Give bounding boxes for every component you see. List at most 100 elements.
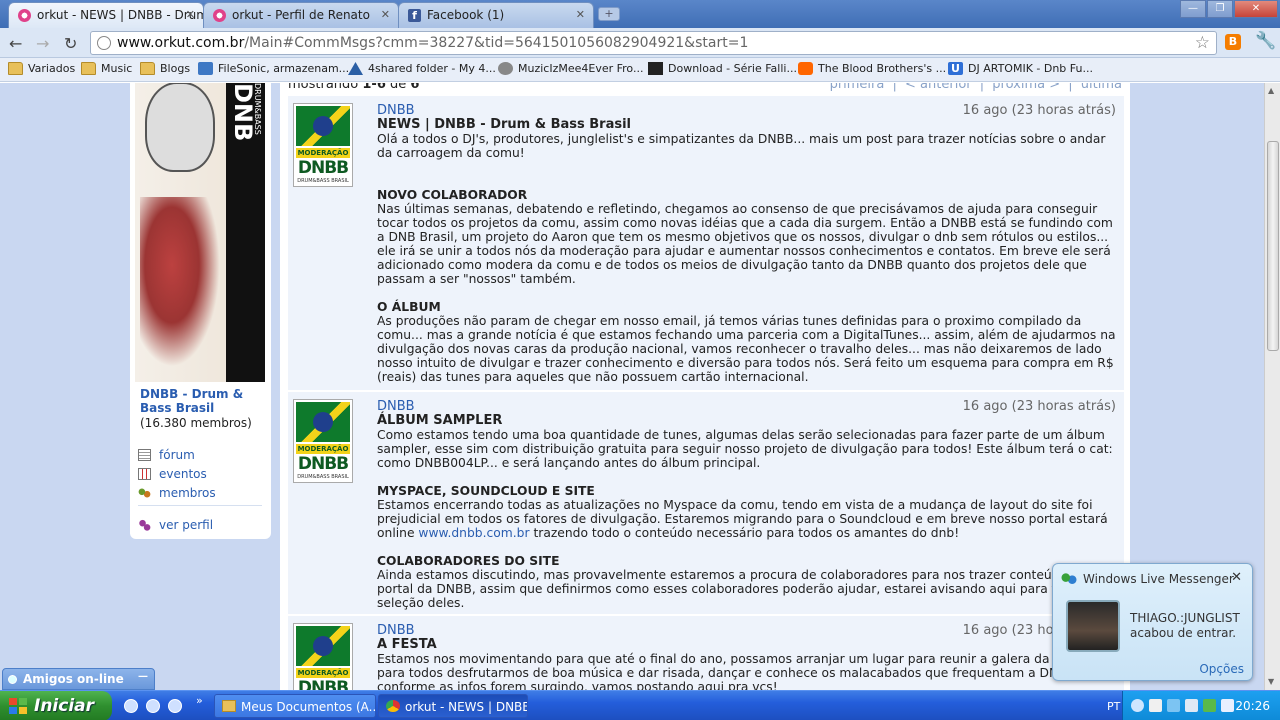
tab-facebook[interactable]: f Facebook (1) ✕ xyxy=(398,2,594,28)
bookmark-blogs[interactable]: Blogs xyxy=(140,62,190,75)
bookmark-filesonic[interactable]: FileSonic, armazenam... xyxy=(198,62,349,75)
section-heading: O ÁLBUM xyxy=(377,300,441,314)
bookmark-variados[interactable]: Variados xyxy=(8,62,75,75)
members-icon xyxy=(138,487,151,499)
section-heading: MYSPACE, SOUNDCLOUD E SITE xyxy=(377,484,595,498)
post-intro: Estamos nos movimentando para que até o … xyxy=(377,652,1092,690)
post-title: NEWS | DNBB - Drum & Bass Brasil xyxy=(377,117,632,132)
quicklaunch-icon[interactable] xyxy=(124,699,138,713)
message-post: MODERAÇÃO DNBB DRUM&BASS BRASIL DNBB 16 … xyxy=(288,392,1124,616)
bookmark-4shared[interactable]: 4shared folder - My 4... xyxy=(348,62,496,75)
post-author-link[interactable]: DNBB xyxy=(377,623,415,638)
scrollbar-thumb[interactable] xyxy=(1267,141,1279,351)
address-bar[interactable]: www.orkut.com.br/Main#CommMsgs?cmm=38227… xyxy=(90,31,1217,55)
tab-orkut-news[interactable]: orkut - NEWS | DNBB - Drum & B ✕ xyxy=(8,2,204,28)
start-button[interactable]: Iniciar xyxy=(0,691,112,720)
community-image[interactable]: DNB DRUM&BASS xyxy=(135,83,265,382)
bookmark-label: Music xyxy=(101,62,133,75)
chrome-icon xyxy=(386,700,400,712)
minimize-chat-icon[interactable]: — xyxy=(138,671,148,682)
close-window-button[interactable]: ✕ xyxy=(1234,0,1278,18)
pager-nav: primeira | < anterior | próxima > | últi… xyxy=(826,83,1122,92)
avatar-mod-label: MODERAÇÃO xyxy=(296,148,350,158)
taskbar-item-documents[interactable]: Meus Documentos (A... xyxy=(214,694,376,718)
quicklaunch-icon[interactable] xyxy=(168,699,182,713)
sidebar-item-forum[interactable]: fórum xyxy=(138,448,195,462)
tray-icon[interactable] xyxy=(1167,699,1180,712)
pager-last-link[interactable]: última xyxy=(1081,83,1122,92)
message-post: MODERAÇÃO DNBB DRUM&BASS BRASIL DNBB 16 … xyxy=(288,616,1124,690)
forward-button[interactable]: → xyxy=(36,34,49,53)
bookmark-music[interactable]: Music xyxy=(81,62,132,75)
sidebar-item-label: fórum xyxy=(159,448,195,462)
avatar-logo: DNBB xyxy=(297,678,349,690)
page-scrollbar[interactable]: ▲ ▼ xyxy=(1264,83,1280,690)
friends-online-label: Amigos on-line xyxy=(23,672,124,686)
author-avatar[interactable]: MODERAÇÃO DNBB DRUM&BASS BRASIL xyxy=(293,623,353,690)
tray-icon[interactable] xyxy=(1131,699,1144,712)
maximize-button[interactable]: ❐ xyxy=(1207,0,1233,18)
pager-prev-link[interactable]: < anterior xyxy=(905,83,972,92)
download-icon xyxy=(648,62,663,75)
windows-taskbar: Iniciar » Meus Documentos (A... orkut - … xyxy=(0,690,1280,720)
language-indicator[interactable]: PT xyxy=(1107,700,1120,713)
wrench-menu-icon[interactable]: 🔧 xyxy=(1255,31,1276,51)
section-text-part: trazendo todo o conteúdo necessário para… xyxy=(529,526,960,540)
messenger-options-link[interactable]: Opções xyxy=(1199,662,1244,676)
bookmark-blood-brothers[interactable]: The Blood Brothers's ... xyxy=(798,62,946,75)
pager-next-link[interactable]: próxima > xyxy=(992,83,1060,92)
quicklaunch-icon[interactable] xyxy=(146,699,160,713)
scroll-down-arrow-icon[interactable]: ▼ xyxy=(1268,677,1274,686)
brazil-flag-graphic xyxy=(296,402,350,442)
tab-title: orkut - Perfil de Renato xyxy=(232,8,370,22)
sidebar-item-label: membros xyxy=(159,486,216,500)
taskbar-item-chrome[interactable]: orkut - NEWS | DNBB ... xyxy=(378,694,528,718)
community-name-link[interactable]: DNBB - Drum & Bass Brasil xyxy=(140,387,265,415)
pager-summary: mostrando 1-6 de 6 xyxy=(288,83,419,92)
tab-close-icon[interactable]: ✕ xyxy=(381,8,390,21)
bookmark-dj-artomik[interactable]: U DJ ARTOMIK - Dnb Fu... xyxy=(948,62,1093,75)
tab-orkut-profile[interactable]: orkut - Perfil de Renato ✕ xyxy=(203,2,399,28)
filesonic-icon xyxy=(198,62,213,75)
contact-avatar xyxy=(1066,600,1120,652)
tab-close-icon[interactable]: ✕ xyxy=(186,8,195,21)
online-status-icon xyxy=(8,675,17,684)
avatar-mod-label: MODERAÇÃO xyxy=(296,668,350,678)
tray-icon[interactable] xyxy=(1203,699,1216,712)
profile-icon xyxy=(138,519,151,531)
tray-icon[interactable] xyxy=(1221,699,1234,712)
author-avatar[interactable]: MODERAÇÃO DNBB DRUM&BASS BRASIL xyxy=(293,399,353,483)
tray-icon[interactable] xyxy=(1185,699,1198,712)
friends-online-bar[interactable]: Amigos on-line — xyxy=(2,668,155,690)
messenger-title: Windows Live Messenger xyxy=(1061,572,1234,586)
author-avatar[interactable]: MODERAÇÃO DNBB DRUM&BASS BRASIL xyxy=(293,103,353,187)
quicklaunch-more-icon[interactable]: » xyxy=(196,694,203,707)
post-author-link[interactable]: DNBB xyxy=(377,103,415,118)
bookmark-star-icon[interactable]: ☆ xyxy=(1195,33,1210,53)
reload-button[interactable]: ↻ xyxy=(64,34,77,53)
post-author-link[interactable]: DNBB xyxy=(377,399,415,414)
community-members-count: (16.380 membros) xyxy=(140,416,252,430)
pager-sep: | xyxy=(1068,83,1073,92)
globe-icon xyxy=(97,36,111,50)
scroll-up-arrow-icon[interactable]: ▲ xyxy=(1268,86,1274,95)
sidebar-item-profile[interactable]: ver perfil xyxy=(138,518,213,532)
tab-close-icon[interactable]: ✕ xyxy=(576,8,585,21)
bookmark-muzic[interactable]: MuzicIzMee4Ever Fro... xyxy=(498,62,643,75)
pager-first-link[interactable]: primeira xyxy=(830,83,885,92)
close-icon[interactable]: ✕ xyxy=(1231,570,1242,585)
minimize-button[interactable]: — xyxy=(1180,0,1206,18)
messenger-notification[interactable]: Windows Live Messenger ✕ THIAGO.:JUNGLIS… xyxy=(1052,563,1253,681)
sidebar-item-events[interactable]: eventos xyxy=(138,467,207,481)
blogger-extension-icon[interactable]: B xyxy=(1225,34,1241,50)
sidebar-item-members[interactable]: membros xyxy=(138,486,216,500)
section-text: Estamos encerrando todas as atualizações… xyxy=(377,498,1119,540)
new-tab-button[interactable]: + xyxy=(598,7,620,21)
bookmark-download[interactable]: Download - Série Falli... xyxy=(648,62,797,75)
section-text: Ainda estamos discutindo, mas provavelme… xyxy=(377,568,1111,610)
back-button[interactable]: ← xyxy=(9,34,22,53)
dnbb-site-link[interactable]: www.dnbb.com.br xyxy=(418,526,529,540)
url-host: www.orkut.com.br xyxy=(117,35,245,51)
tray-icon[interactable] xyxy=(1149,699,1162,712)
folder-icon xyxy=(8,62,23,75)
